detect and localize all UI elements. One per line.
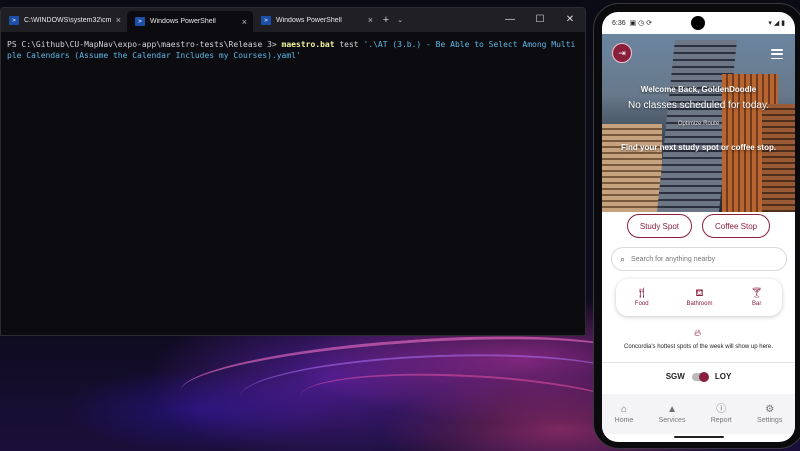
tab-cmd[interactable]: > C:\WINDOWS\system32\cmd.e ×	[1, 8, 127, 32]
category-bathroom[interactable]: ⛾ Bathroom	[686, 288, 712, 307]
signal-battery-icons: ▾ ◢ ▮	[768, 20, 785, 27]
tab-dropdown-button[interactable]: ⌄	[393, 8, 407, 32]
home-icon: ⌂	[620, 404, 627, 415]
schedule-status: No classes scheduled for today.	[627, 100, 769, 111]
command-subcommand: test	[334, 40, 364, 49]
category-card: 🍴︎ Food ⛾ Bathroom 🍸︎ Bar	[616, 279, 782, 316]
prompt: PS C:\Github\CU-MapNav\expo-app\maestro-…	[7, 40, 282, 49]
bottom-nav: ⌂ Home ▲ Services ⓘ Report ⚙ Settings	[602, 394, 795, 434]
nav-home[interactable]: ⌂ Home	[615, 404, 634, 424]
powershell-icon: >	[135, 17, 145, 26]
logout-icon: ⇥	[618, 47, 626, 58]
close-icon[interactable]: ×	[116, 15, 121, 25]
cmd-icon: >	[9, 15, 19, 25]
window-controls: — ☐ ✕	[495, 8, 585, 30]
cocktail-icon: 🍸︎	[750, 288, 764, 299]
tab-label: Windows PowerShell	[276, 16, 342, 24]
nav-services[interactable]: ▲ Services	[659, 404, 686, 424]
hamburger-line	[771, 53, 783, 55]
close-icon[interactable]: ×	[242, 17, 247, 27]
settings-icon: ⚙	[765, 404, 775, 415]
status-time: 6:36	[612, 19, 626, 27]
phone-screen: 6:36 ▣ ◷ ⟳ ▾ ◢ ▮ ⇥ Welcome Back, GoldenD…	[602, 12, 795, 442]
category-label: Food	[634, 301, 649, 307]
command-text: maestro.bat	[281, 40, 335, 49]
welcome-text: Welcome Back, GoldenDoodle	[640, 85, 757, 94]
nav-settings[interactable]: ⚙ Settings	[757, 404, 782, 424]
category-label: Bar	[752, 301, 762, 307]
category-label: Bathroom	[686, 301, 713, 307]
tab-powershell-active[interactable]: > Windows PowerShell ×	[127, 11, 253, 32]
hottest-spots-text: Concordia's hottest spots of the week wi…	[624, 344, 773, 350]
logout-button[interactable]: ⇥	[612, 43, 632, 63]
toilet-icon: ⛾	[695, 288, 704, 299]
optimize-route-link[interactable]: Optimize Route	[602, 121, 795, 127]
flame-icon: 🔥︎	[694, 328, 702, 339]
services-icon: ▲	[667, 404, 677, 415]
nav-label: Services	[658, 417, 686, 424]
hamburger-line	[771, 49, 783, 51]
search-icon: ⌕	[620, 253, 626, 264]
category-food[interactable]: 🍴︎ Food	[635, 288, 649, 307]
report-icon: ⓘ	[716, 404, 727, 415]
nav-report[interactable]: ⓘ Report	[711, 404, 732, 424]
campus-sgw-label: SGW	[665, 372, 685, 381]
nav-label: Settings	[757, 417, 783, 424]
home-indicator	[674, 436, 724, 438]
nav-label: Report	[710, 417, 732, 424]
quick-actions: Study Spot Coffee Stop	[602, 214, 795, 238]
maximize-button[interactable]: ☐	[525, 8, 555, 30]
tab-powershell[interactable]: > Windows PowerShell ×	[253, 8, 379, 32]
category-bar[interactable]: 🍸︎ Bar	[750, 288, 763, 307]
building-image	[602, 124, 662, 212]
study-spot-button[interactable]: Study Spot	[626, 214, 693, 238]
campus-switch[interactable]	[691, 371, 709, 382]
terminal-tabbar: > C:\WINDOWS\system32\cmd.e × > Windows …	[1, 8, 585, 32]
coffee-stop-button[interactable]: Coffee Stop	[702, 214, 771, 238]
hamburger-line	[771, 57, 783, 59]
camera-hole	[691, 16, 705, 30]
switch-knob	[698, 371, 709, 382]
powershell-icon: >	[261, 15, 271, 25]
terminal-output[interactable]: PS C:\Github\CU-MapNav\expo-app\maestro-…	[1, 32, 585, 68]
tab-label: Windows PowerShell	[150, 18, 216, 25]
close-window-button[interactable]: ✕	[555, 8, 585, 30]
campus-loy-label: LOY	[714, 372, 732, 381]
find-next-text: Find your next study spot or coffee stop…	[620, 143, 777, 152]
new-tab-button[interactable]: +	[379, 8, 393, 32]
campus-toggle: SGW LOY	[602, 362, 795, 390]
minimize-button[interactable]: —	[495, 8, 525, 30]
menu-button[interactable]	[771, 49, 783, 59]
close-icon[interactable]: ×	[368, 15, 373, 25]
search-placeholder: Search for anything nearby	[631, 255, 716, 263]
terminal-window[interactable]: > C:\WINDOWS\system32\cmd.e × > Windows …	[0, 7, 586, 336]
nav-label: Home	[614, 417, 634, 424]
notification-icons: ▣ ◷ ⟳	[629, 20, 653, 27]
search-input[interactable]: ⌕ Search for anything nearby	[611, 247, 787, 271]
tab-label: C:\WINDOWS\system32\cmd.e	[24, 16, 111, 24]
utensils-icon: 🍴︎	[635, 288, 649, 299]
